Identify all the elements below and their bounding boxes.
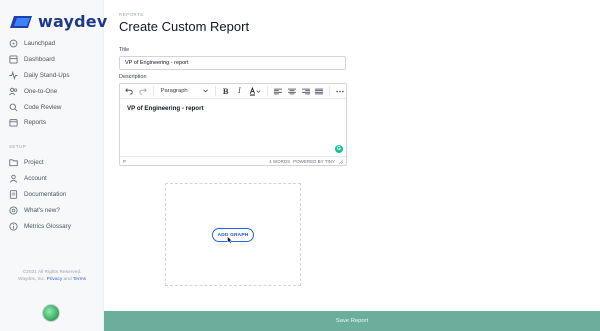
align-right-button[interactable] [300, 86, 312, 97]
sidebar-item-label: One-to-One [24, 87, 58, 95]
sidebar-item-label: Code Review [24, 103, 62, 111]
editor-text: VP of Engineering - report [127, 105, 204, 112]
toolbar-divider [214, 86, 216, 96]
users-icon [9, 87, 18, 96]
sidebar-item-launchpad[interactable]: Launchpad [0, 36, 104, 52]
editor-statusbar: P 4 WORDS POWERED BY TINY [120, 156, 346, 165]
sidebar-item-label: Project [24, 159, 44, 167]
user-icon [9, 174, 18, 183]
element-path[interactable]: P [123, 159, 126, 164]
setup-section-label: SETUP [9, 144, 27, 149]
sidebar-item-label: Daily Stand-Ups [24, 71, 70, 79]
waydev-logo-icon [10, 15, 32, 28]
info-icon [9, 222, 18, 231]
bold-icon: B [222, 86, 229, 96]
terms-link[interactable]: Terms [73, 277, 86, 282]
more-button[interactable] [334, 86, 346, 97]
setup-nav: Project Account Documentation What's new… [0, 155, 104, 234]
sidebar-item-label: Dashboard [24, 56, 55, 64]
review-icon [9, 103, 18, 112]
privacy-link[interactable]: Privacy [47, 277, 63, 282]
text-color-button[interactable] [247, 86, 263, 97]
sidebar-item-documentation[interactable]: Documentation [0, 187, 104, 203]
align-center-icon [287, 88, 296, 94]
calendar-icon [9, 118, 18, 127]
description-label: Description [119, 74, 147, 80]
toolbar-divider [152, 86, 154, 96]
main-content: REPORTS Create Custom Report Title VP of… [104, 0, 600, 331]
and-text: and [63, 277, 72, 282]
align-justify-icon [315, 88, 324, 94]
sidebar-item-daily-standups[interactable]: Daily Stand-Ups [0, 68, 104, 84]
activity-icon [9, 70, 18, 80]
description-editor: Paragraph B I VP of Engineering - report… [119, 83, 347, 166]
undo-icon [125, 88, 133, 95]
legal-line: Waydev, Inc. Privacy and Terms [0, 276, 104, 283]
chevron-down-icon [202, 89, 208, 93]
copyright-line: ©2021 All Rights Reserved. [22, 270, 82, 275]
align-center-button[interactable] [286, 86, 298, 97]
toolbar-divider [267, 86, 269, 96]
sidebar-item-metrics-glossary[interactable]: Metrics Glossary [0, 218, 104, 234]
title-label: Title [119, 47, 130, 53]
document-icon [9, 190, 18, 199]
logo[interactable]: waydev [10, 12, 107, 31]
sidebar-item-label: What's new? [24, 206, 60, 214]
more-icon [336, 90, 344, 92]
title-input[interactable]: VP of Engineering - report [119, 56, 346, 70]
page-title: Create Custom Report [119, 19, 250, 34]
sidebar-item-reports[interactable]: Reports [0, 115, 104, 131]
grid-icon [9, 55, 18, 64]
status-right: 4 WORDS POWERED BY TINY [269, 159, 343, 164]
sidebar-item-code-review[interactable]: Code Review [0, 99, 104, 115]
folder-icon [9, 158, 18, 167]
format-select[interactable]: Paragraph [158, 86, 211, 97]
sidebar-item-project[interactable]: Project [0, 155, 104, 171]
format-select-value: Paragraph [160, 88, 188, 94]
word-count: 4 WORDS [269, 158, 291, 164]
redo-button[interactable] [137, 86, 149, 97]
sidebar-item-label: Metrics Glossary [24, 222, 71, 230]
sidebar-item-label: Reports [24, 119, 47, 127]
resize-handle-icon[interactable] [338, 159, 343, 164]
avatar[interactable] [42, 304, 60, 322]
save-report-button[interactable]: Save Report [104, 311, 600, 331]
powered-by-link[interactable]: POWERED BY TINY [293, 159, 335, 164]
sidebar-item-dashboard[interactable]: Dashboard [0, 52, 104, 68]
sidebar-item-label: Documentation [24, 190, 67, 198]
undo-button[interactable] [123, 86, 135, 97]
rocket-icon [9, 39, 18, 48]
align-right-icon [301, 88, 310, 94]
add-graph-button[interactable]: ADD GRAPH [212, 228, 254, 242]
copyright: ©2021 All Rights Reserved. Waydev, Inc. … [0, 269, 104, 283]
redo-icon [139, 88, 147, 95]
mouse-cursor-icon [227, 236, 233, 244]
editor-content-area[interactable]: VP of Engineering - report G [120, 99, 346, 156]
sidebar-item-one-to-one[interactable]: One-to-One [0, 83, 104, 99]
main-nav: Launchpad Dashboard Daily Stand-Ups One-… [0, 36, 104, 131]
bold-button[interactable]: B [220, 86, 232, 97]
text-color-icon [250, 86, 261, 96]
italic-button[interactable]: I [234, 86, 246, 97]
italic-icon: I [238, 87, 241, 95]
toolbar-divider [329, 86, 331, 96]
sidebar-item-whats-new[interactable]: What's new? [0, 202, 104, 218]
help-icon [9, 206, 18, 215]
company-name: Waydev, Inc. [18, 277, 46, 282]
editor-toolbar: Paragraph B I [120, 84, 346, 99]
align-justify-button[interactable] [313, 86, 325, 97]
brand-name: waydev [38, 12, 108, 31]
sidebar-item-label: Launchpad [24, 40, 56, 48]
align-left-button[interactable] [272, 86, 284, 97]
sidebar: waydev Launchpad Dashboard Daily Stand-U… [0, 0, 107, 331]
sidebar-item-account[interactable]: Account [0, 171, 104, 187]
breadcrumb[interactable]: REPORTS [119, 12, 143, 17]
sidebar-item-label: Account [24, 175, 47, 183]
grammarly-icon[interactable]: G [335, 145, 343, 153]
align-left-icon [273, 88, 282, 94]
